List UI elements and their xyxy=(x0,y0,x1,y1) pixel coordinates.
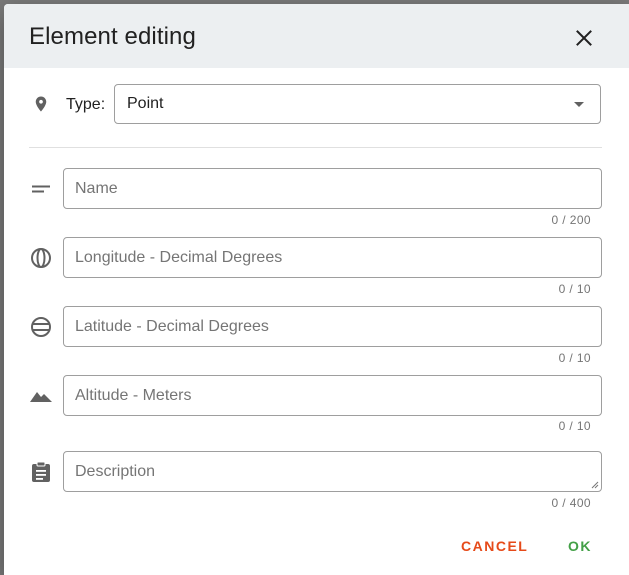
description-counter: 0 / 400 xyxy=(551,496,591,510)
close-icon xyxy=(576,30,592,46)
name-input[interactable] xyxy=(64,169,601,208)
altitude-counter: 0 / 10 xyxy=(558,419,591,433)
element-editing-dialog: Element editing Type: Point 0 / 200 xyxy=(4,4,629,575)
longitude-input[interactable] xyxy=(64,238,601,277)
latitude-counter: 0 / 10 xyxy=(558,351,591,365)
description-textarea[interactable] xyxy=(64,452,601,491)
description-field[interactable] xyxy=(63,451,602,492)
divider xyxy=(29,147,602,148)
altitude-input[interactable] xyxy=(64,376,601,415)
clipboard-icon xyxy=(29,460,53,484)
chevron-down-icon xyxy=(574,102,584,107)
ok-button[interactable]: OK xyxy=(568,538,592,554)
cancel-button[interactable]: CANCEL xyxy=(461,538,528,554)
name-counter: 0 / 200 xyxy=(551,213,591,227)
type-select[interactable]: Point xyxy=(114,84,601,124)
map-pin-icon xyxy=(29,92,53,116)
dialog-title: Element editing xyxy=(29,23,196,50)
altitude-field[interactable] xyxy=(63,375,602,416)
short-text-icon xyxy=(29,177,53,201)
dialog-header: Element editing xyxy=(4,4,629,68)
latitude-field[interactable] xyxy=(63,306,602,347)
latitude-globe-icon xyxy=(29,315,53,339)
close-button[interactable] xyxy=(570,24,598,52)
longitude-globe-icon xyxy=(29,246,53,270)
type-label: Type: xyxy=(66,96,106,113)
type-select-value: Point xyxy=(127,95,164,112)
name-field[interactable] xyxy=(63,168,602,209)
resize-grip-icon[interactable] xyxy=(591,481,599,489)
terrain-icon xyxy=(29,384,53,408)
longitude-counter: 0 / 10 xyxy=(558,282,591,296)
latitude-input[interactable] xyxy=(64,307,601,346)
longitude-field[interactable] xyxy=(63,237,602,278)
